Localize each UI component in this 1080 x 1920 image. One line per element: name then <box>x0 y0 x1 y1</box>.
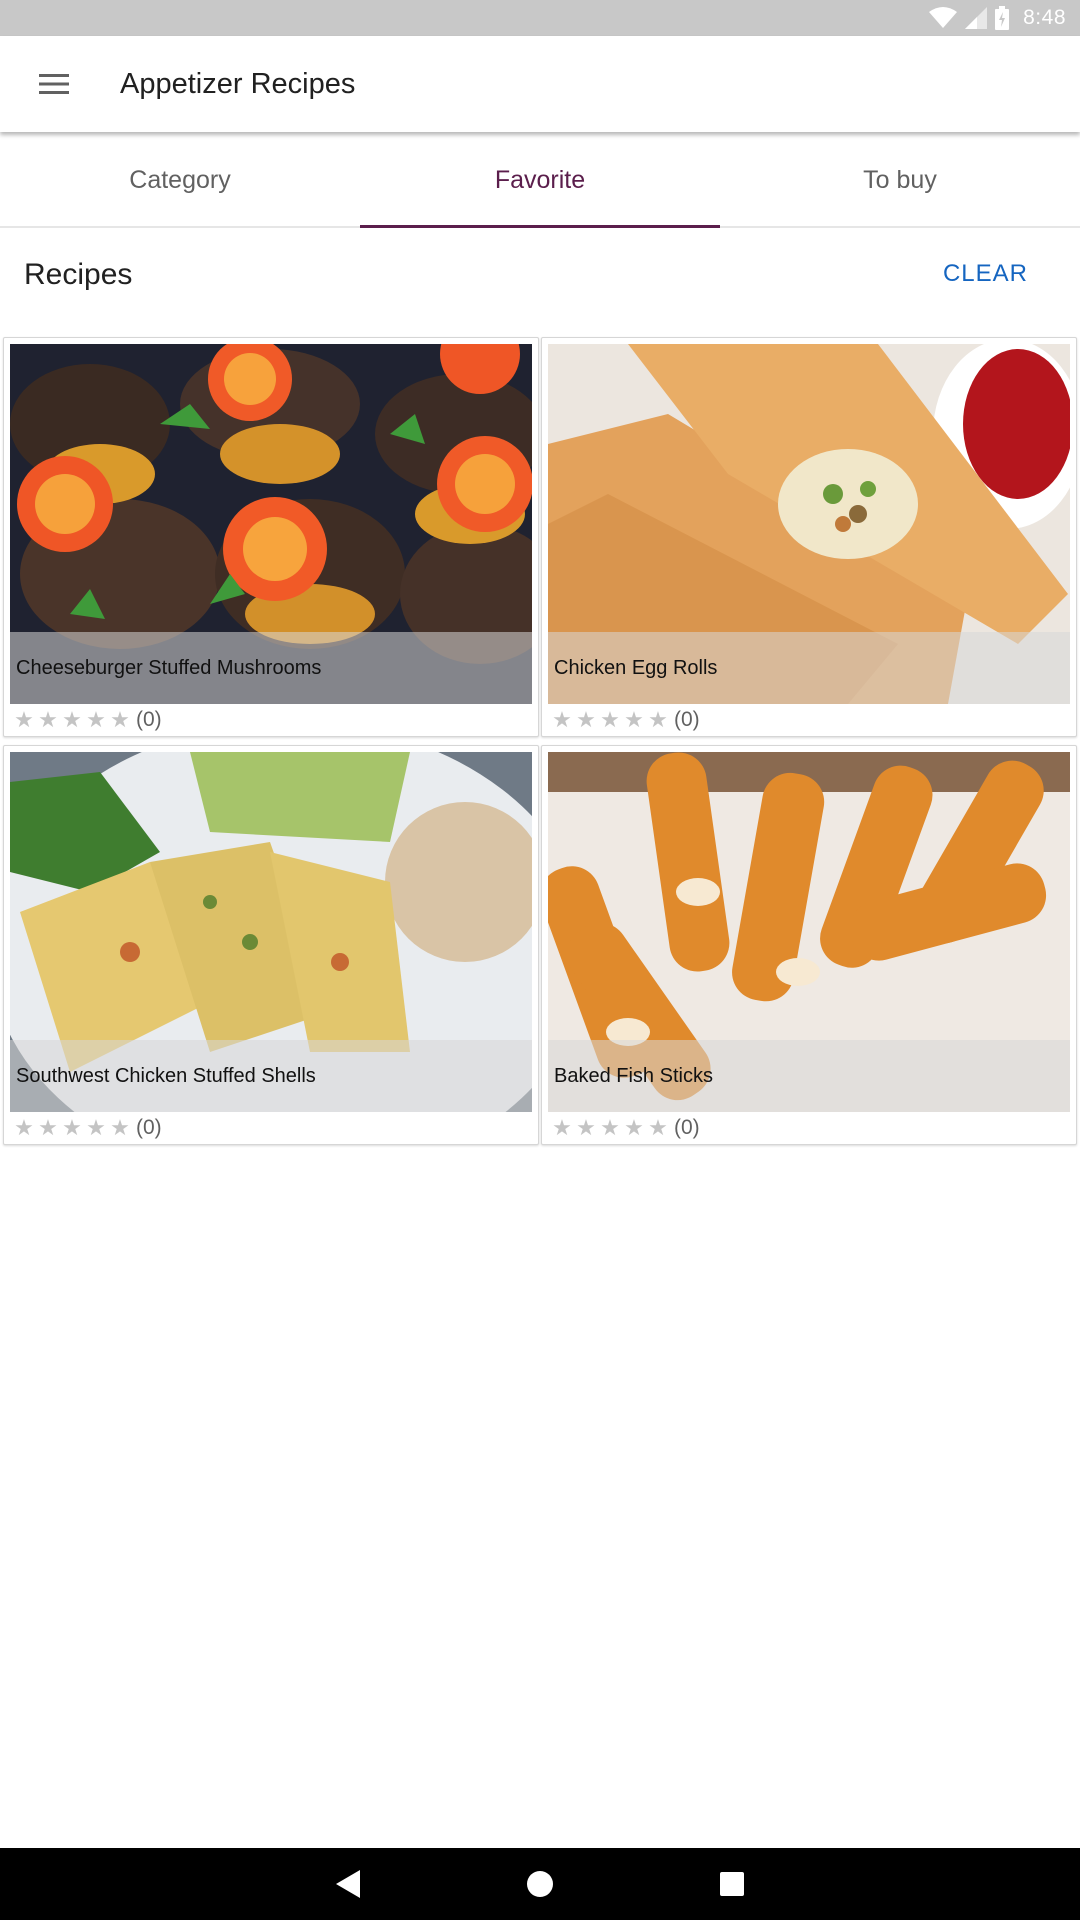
star-icon: ★ <box>648 1115 668 1140</box>
recipe-image[interactable]: Baked Fish Sticks <box>548 752 1070 1112</box>
rating-count: (0) <box>136 708 162 731</box>
star-rating: ★ ★ ★ ★ ★ (0) <box>12 705 162 735</box>
tab-favorite[interactable]: Favorite <box>360 132 720 228</box>
clear-button[interactable]: CLEAR <box>943 260 1028 288</box>
recipe-name: Chicken Egg Rolls <box>548 632 1070 704</box>
wifi-icon <box>929 7 958 29</box>
star-icon: ★ <box>38 1115 58 1140</box>
app-title: Appetizer Recipes <box>120 68 356 100</box>
star-icon: ★ <box>576 1115 596 1140</box>
star-icon: ★ <box>86 1115 106 1140</box>
recipe-name: Baked Fish Sticks <box>548 1040 1070 1112</box>
star-icon: ★ <box>600 1115 620 1140</box>
star-icon: ★ <box>62 707 82 732</box>
app-bar: Appetizer Recipes <box>0 36 1080 132</box>
recipe-card[interactable]: Chicken Egg Rolls ★ ★ ★ ★ ★ (0) <box>541 337 1077 737</box>
rating-count: (0) <box>136 1116 162 1139</box>
star-icon: ★ <box>600 707 620 732</box>
back-icon[interactable] <box>312 1848 384 1920</box>
star-icon: ★ <box>110 1115 130 1140</box>
recipe-card[interactable]: Cheeseburger Stuffed Mushrooms ★ ★ ★ ★ ★… <box>3 337 539 737</box>
star-icon: ★ <box>14 1115 34 1140</box>
recipe-name: Southwest Chicken Stuffed Shells <box>10 1040 532 1112</box>
rating-count: (0) <box>674 708 700 731</box>
recipe-card[interactable]: Southwest Chicken Stuffed Shells ★ ★ ★ ★… <box>3 745 539 1145</box>
recipe-grid: Cheeseburger Stuffed Mushrooms ★ ★ ★ ★ ★… <box>3 337 1077 1145</box>
star-icon: ★ <box>110 707 130 732</box>
recipe-image[interactable]: Southwest Chicken Stuffed Shells <box>10 752 532 1112</box>
tab-to-buy[interactable]: To buy <box>720 132 1080 226</box>
status-icons: 8:48 <box>929 0 1066 36</box>
navigation-bar <box>0 1848 1080 1920</box>
star-rating: ★ ★ ★ ★ ★ (0) <box>550 1113 700 1143</box>
star-icon: ★ <box>552 707 572 732</box>
star-icon: ★ <box>62 1115 82 1140</box>
cell-signal-icon <box>965 7 988 29</box>
star-rating: ★ ★ ★ ★ ★ (0) <box>12 1113 162 1143</box>
star-icon: ★ <box>576 707 596 732</box>
status-bar: 8:48 <box>0 0 1080 36</box>
star-rating: ★ ★ ★ ★ ★ (0) <box>550 705 700 735</box>
star-icon: ★ <box>624 1115 644 1140</box>
star-icon: ★ <box>86 707 106 732</box>
recipe-image[interactable]: Cheeseburger Stuffed Mushrooms <box>10 344 532 704</box>
tab-bar: Category Favorite To buy <box>0 132 1080 228</box>
hamburger-menu-icon[interactable] <box>24 60 84 108</box>
tab-category[interactable]: Category <box>0 132 360 226</box>
recents-icon[interactable] <box>696 1848 768 1920</box>
star-icon: ★ <box>624 707 644 732</box>
recipe-name: Cheeseburger Stuffed Mushrooms <box>10 632 532 704</box>
battery-icon <box>995 6 1010 30</box>
home-icon[interactable] <box>504 1848 576 1920</box>
rating-count: (0) <box>674 1116 700 1139</box>
section-title: Recipes <box>24 258 133 291</box>
star-icon: ★ <box>648 707 668 732</box>
star-icon: ★ <box>14 707 34 732</box>
recipe-card[interactable]: Baked Fish Sticks ★ ★ ★ ★ ★ (0) <box>541 745 1077 1145</box>
star-icon: ★ <box>552 1115 572 1140</box>
recipe-image[interactable]: Chicken Egg Rolls <box>548 344 1070 704</box>
star-icon: ★ <box>38 707 58 732</box>
status-time: 8:48 <box>1023 6 1066 29</box>
